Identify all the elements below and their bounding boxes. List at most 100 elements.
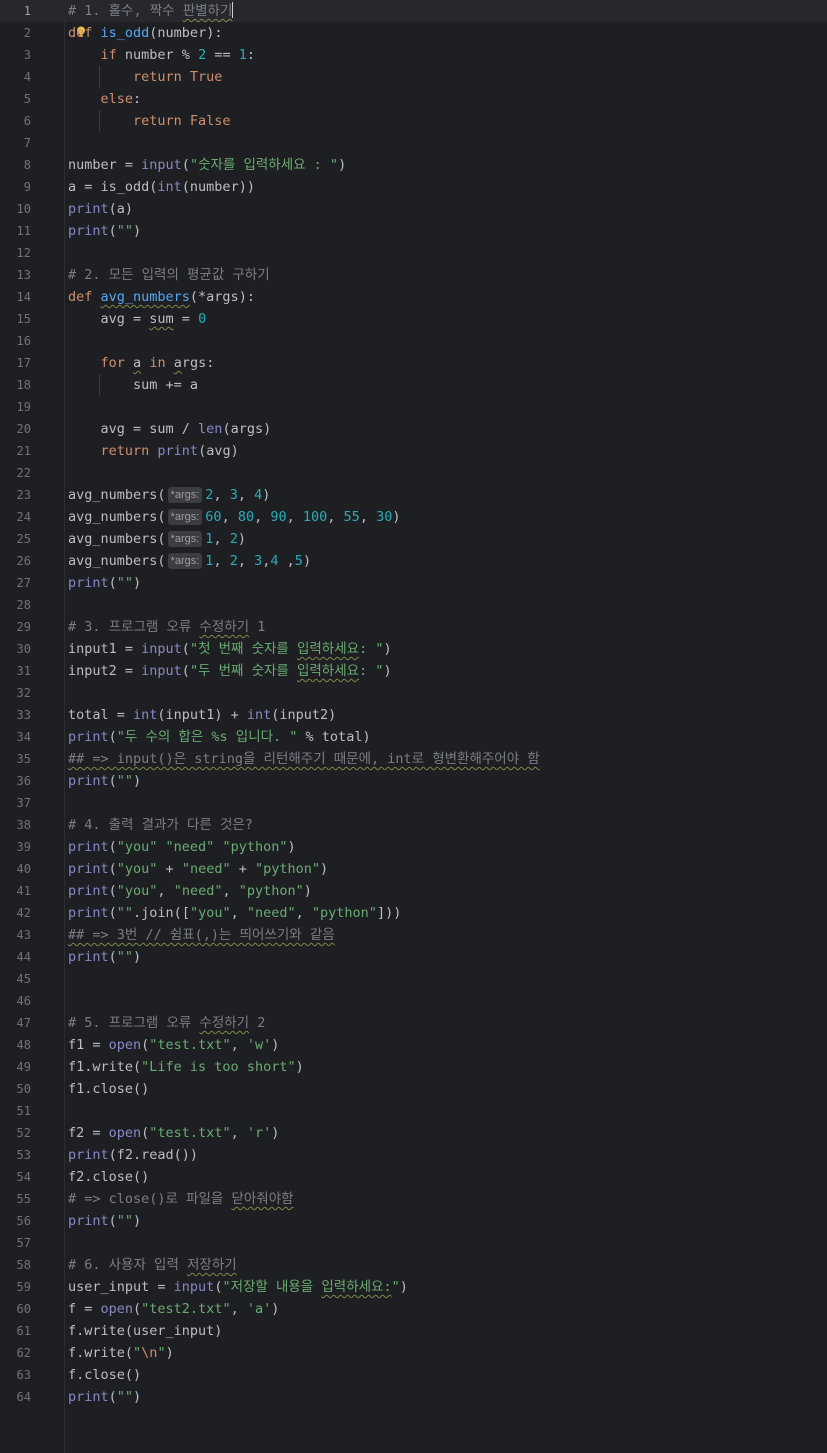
line-number[interactable]: 60 — [0, 1298, 31, 1320]
line-number[interactable]: 64 — [0, 1386, 31, 1408]
line-number[interactable]: 40 — [0, 858, 31, 880]
code-line[interactable]: 8 number = input("숫자를 입력하세요 : ") — [0, 154, 827, 176]
line-number[interactable]: 24 — [0, 506, 31, 528]
line-number[interactable]: 33 — [0, 704, 31, 726]
code-line[interactable]: 17 for a in args: — [0, 352, 827, 374]
line-number[interactable]: 12 — [0, 242, 31, 264]
code-line[interactable]: 18 sum += a — [0, 374, 827, 396]
line-number[interactable]: 53 — [0, 1144, 31, 1166]
line-number[interactable]: 20 — [0, 418, 31, 440]
code-line[interactable]: 57 — [0, 1232, 827, 1254]
line-number[interactable]: 11 — [0, 220, 31, 242]
code-line[interactable]: 49 f1.write("Life is too short") — [0, 1056, 827, 1078]
line-number[interactable]: 45 — [0, 968, 31, 990]
line-number[interactable]: 35 — [0, 748, 31, 770]
line-number[interactable]: 63 — [0, 1364, 31, 1386]
code-editor[interactable]: ▲ 12 ✓ 18 1# 1. 홀수, 짝수 판별하기2def is_odd(n… — [0, 0, 827, 1453]
line-number[interactable]: 6 — [0, 110, 31, 132]
code-line[interactable]: 1 # 1. 홀수, 짝수 판별하기 — [0, 0, 827, 22]
code-line[interactable]: 15 avg = sum = 0 — [0, 308, 827, 330]
code-line[interactable]: 31 input2 = input("두 번째 숫자를 입력하세요: ") — [0, 660, 827, 682]
code-line[interactable]: 47 # 5. 프로그램 오류 수정하기 2 — [0, 1012, 827, 1034]
code-line[interactable]: 4 return True — [0, 66, 827, 88]
line-number[interactable]: 10 — [0, 198, 31, 220]
line-number[interactable]: 34 — [0, 726, 31, 748]
line-number[interactable]: 25 — [0, 528, 31, 550]
line-number[interactable]: 41 — [0, 880, 31, 902]
code-line[interactable]: 14 def avg_numbers(*args): — [0, 286, 827, 308]
code-line[interactable]: 44 print("") — [0, 946, 827, 968]
code-line[interactable]: 23 avg_numbers(*args: 2, 3, 4) — [0, 484, 827, 506]
code-line[interactable]: 60 f = open("test2.txt", 'a') — [0, 1298, 827, 1320]
line-number[interactable]: 5 — [0, 88, 31, 110]
line-number[interactable]: 31 — [0, 660, 31, 682]
line-number[interactable]: 59 — [0, 1276, 31, 1298]
code-line[interactable]: 10 print(a) — [0, 198, 827, 220]
code-line[interactable]: 28 — [0, 594, 827, 616]
code-line[interactable]: 45 — [0, 968, 827, 990]
code-line[interactable]: 34 print("두 수의 합은 %s 입니다. " % total) — [0, 726, 827, 748]
code-line[interactable]: 39 print("you" "need" "python") — [0, 836, 827, 858]
line-number[interactable]: 52 — [0, 1122, 31, 1144]
line-number[interactable]: 13 — [0, 264, 31, 286]
code-line[interactable]: 52 f2 = open("test.txt", 'r') — [0, 1122, 827, 1144]
code-line[interactable]: 55 # => close()로 파일을 닫아줘야함 — [0, 1188, 827, 1210]
code-line[interactable]: 41 print("you", "need", "python") — [0, 880, 827, 902]
line-number[interactable]: 44 — [0, 946, 31, 968]
line-number[interactable]: 3 — [0, 44, 31, 66]
line-number[interactable]: 30 — [0, 638, 31, 660]
code-line[interactable]: 56 print("") — [0, 1210, 827, 1232]
line-number[interactable]: 39 — [0, 836, 31, 858]
code-line[interactable]: 63 f.close() — [0, 1364, 827, 1386]
line-number[interactable]: 7 — [0, 132, 31, 154]
code-line[interactable]: 53 print(f2.read()) — [0, 1144, 827, 1166]
code-line[interactable]: 5 else: — [0, 88, 827, 110]
code-line[interactable]: 22 — [0, 462, 827, 484]
code-line[interactable]: 29 # 3. 프로그램 오류 수정하기 1 — [0, 616, 827, 638]
code-line[interactable]: 38 # 4. 출력 결과가 다른 것은? — [0, 814, 827, 836]
code-line[interactable]: 43 ## => 3번 // 쉼표(,)는 띄어쓰기와 같음 — [0, 924, 827, 946]
line-number[interactable]: 17 — [0, 352, 31, 374]
line-number[interactable]: 55 — [0, 1188, 31, 1210]
code-line[interactable]: 30 input1 = input("첫 번째 숫자를 입력하세요: ") — [0, 638, 827, 660]
line-number[interactable]: 36 — [0, 770, 31, 792]
line-number[interactable]: 27 — [0, 572, 31, 594]
line-number[interactable]: 4 — [0, 66, 31, 88]
line-number[interactable]: 22 — [0, 462, 31, 484]
code-line[interactable]: 37 — [0, 792, 827, 814]
line-number[interactable]: 50 — [0, 1078, 31, 1100]
code-line[interactable]: 20 avg = sum / len(args) — [0, 418, 827, 440]
line-number[interactable]: 16 — [0, 330, 31, 352]
line-number[interactable]: 46 — [0, 990, 31, 1012]
code-line[interactable]: 46 — [0, 990, 827, 1012]
code-line[interactable]: 6 return False — [0, 110, 827, 132]
code-line[interactable]: 36 print("") — [0, 770, 827, 792]
code-line[interactable]: 61 f.write(user_input) — [0, 1320, 827, 1342]
line-number[interactable]: 15 — [0, 308, 31, 330]
code-line[interactable]: 19 — [0, 396, 827, 418]
line-number[interactable]: 48 — [0, 1034, 31, 1056]
code-line[interactable]: 54 f2.close() — [0, 1166, 827, 1188]
line-number[interactable]: 38 — [0, 814, 31, 836]
line-number[interactable]: 14 — [0, 286, 31, 308]
line-number[interactable]: 61 — [0, 1320, 31, 1342]
line-number[interactable]: 56 — [0, 1210, 31, 1232]
code-line[interactable]: 25 avg_numbers(*args: 1, 2) — [0, 528, 827, 550]
code-line[interactable]: 50 f1.close() — [0, 1078, 827, 1100]
code-line[interactable]: 33 total = int(input1) + int(input2) — [0, 704, 827, 726]
line-number[interactable]: 47 — [0, 1012, 31, 1034]
code-line[interactable]: 3 if number % 2 == 1: — [0, 44, 827, 66]
code-line[interactable]: 27 print("") — [0, 572, 827, 594]
code-line[interactable]: 26 avg_numbers(*args: 1, 2, 3,4 ,5) — [0, 550, 827, 572]
code-line[interactable]: 16 — [0, 330, 827, 352]
line-number[interactable]: 9 — [0, 176, 31, 198]
code-line[interactable]: 13 # 2. 모든 입력의 평균값 구하기 — [0, 264, 827, 286]
line-number[interactable]: 57 — [0, 1232, 31, 1254]
code-line[interactable]: 12 — [0, 242, 827, 264]
line-number[interactable]: 1 — [0, 0, 31, 22]
line-number[interactable]: 8 — [0, 154, 31, 176]
code-line[interactable]: 9 a = is_odd(int(number)) — [0, 176, 827, 198]
line-number[interactable]: 42 — [0, 902, 31, 924]
code-line[interactable]: 35 ## => input()은 string을 리턴해주기 때문에, int로… — [0, 748, 827, 770]
code-line[interactable]: 58 # 6. 사용자 입력 저장하기 — [0, 1254, 827, 1276]
